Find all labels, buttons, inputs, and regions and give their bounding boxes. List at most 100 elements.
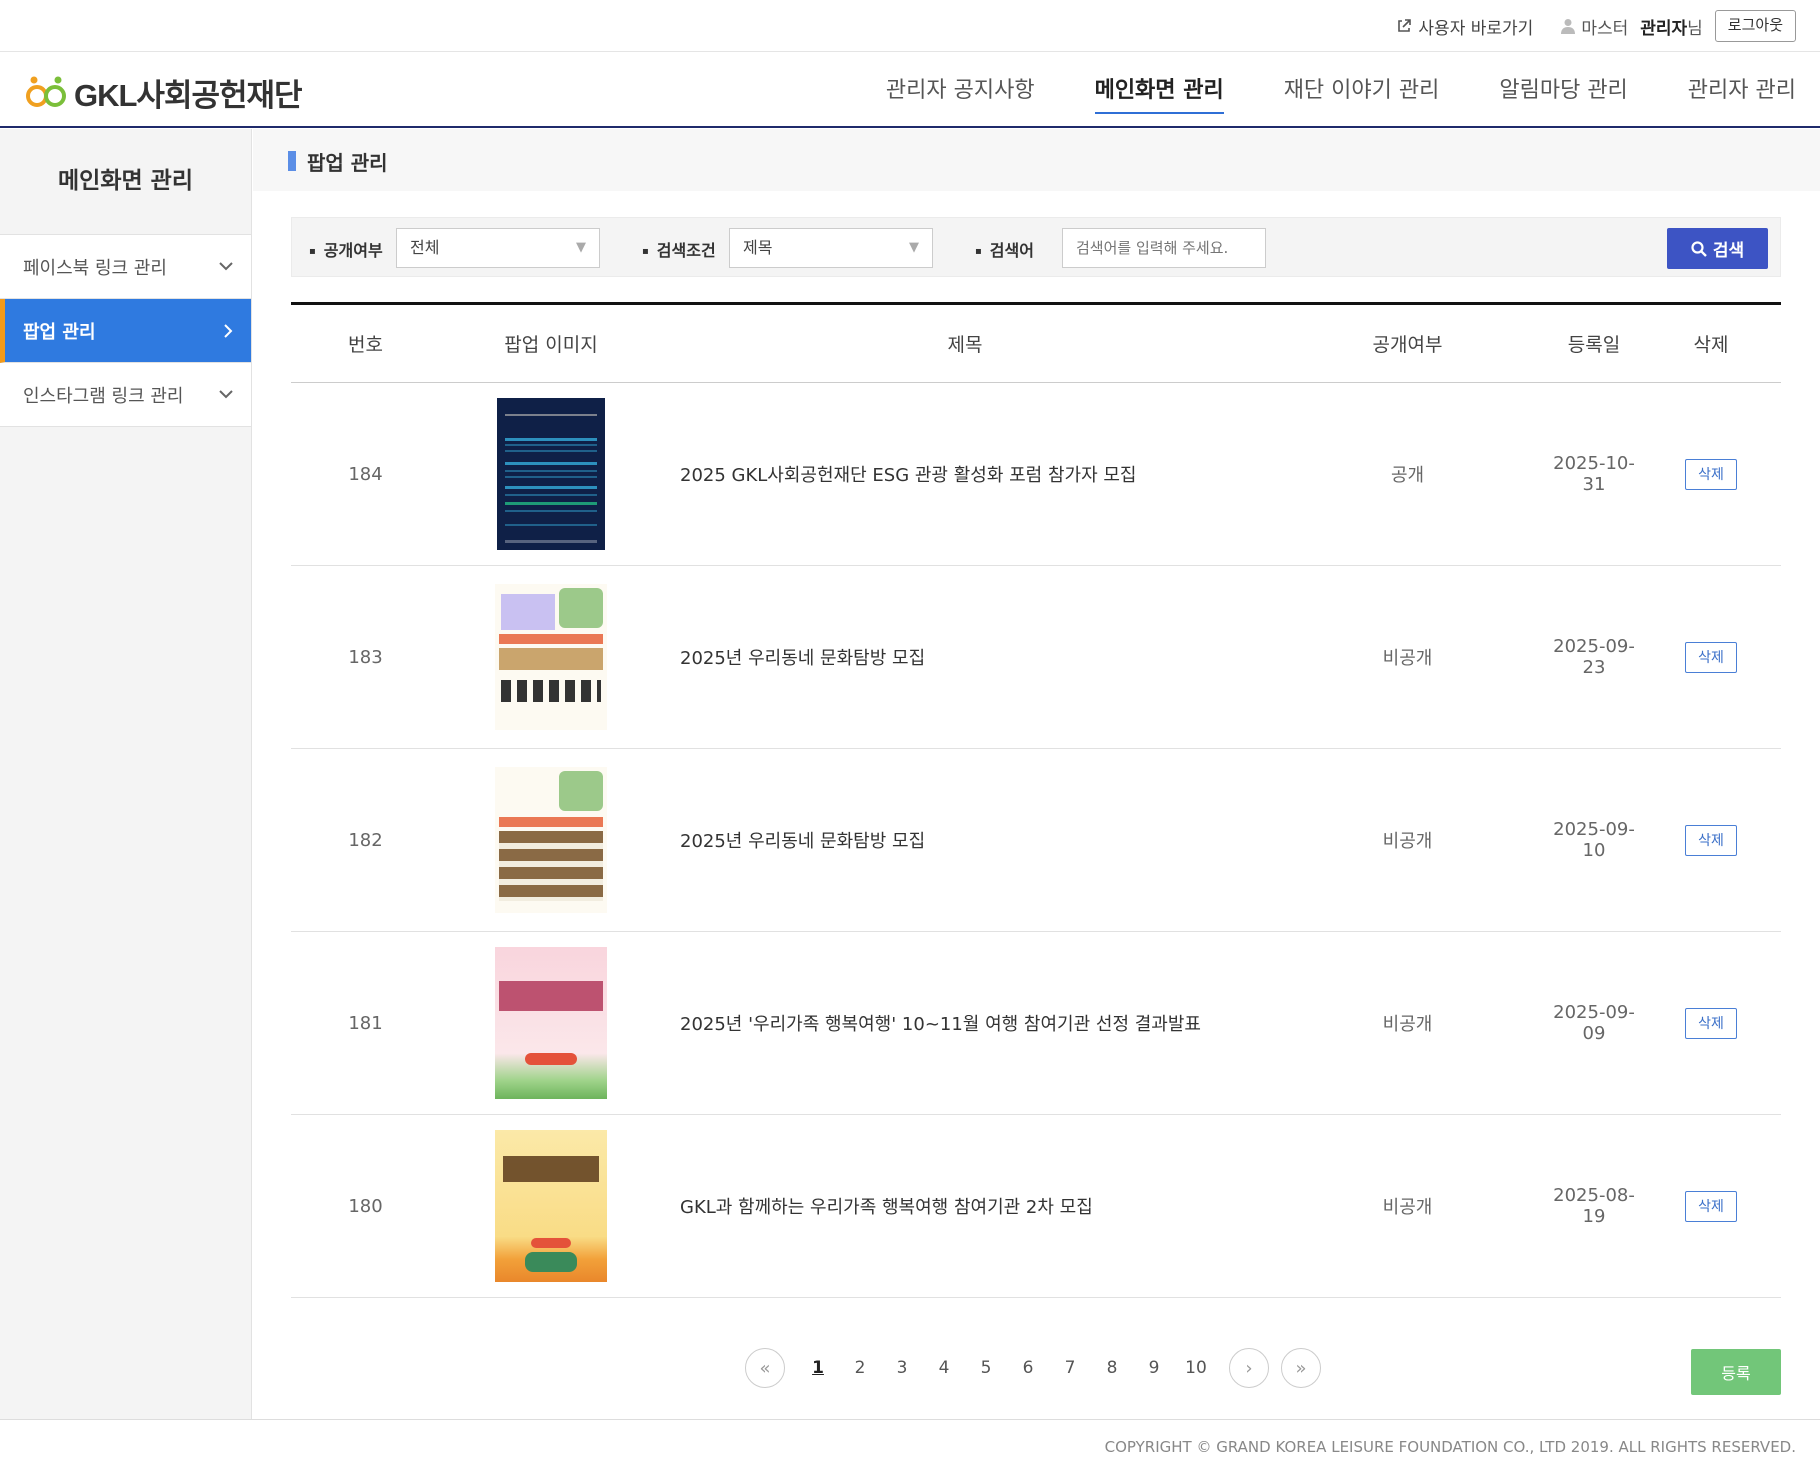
- header-image: 팝업 이미지: [504, 334, 598, 356]
- chevron-down-icon: [219, 262, 233, 271]
- sidebar-menu: 페이스북 링크 관리 팝업 관리 인스타그램 링크 관리: [0, 234, 251, 427]
- sidebar-item-label: 페이스북 링크 관리: [23, 257, 167, 279]
- logo-mark-icon: [26, 76, 66, 107]
- open-filter-select[interactable]: 전체 ▼: [396, 228, 600, 268]
- header: GKL사회공헌재단 관리자 공지사항 메인화면 관리 재단 이야기 관리 알림마…: [0, 52, 1820, 128]
- row-title[interactable]: GKL과 함께하는 우리가족 행복여행 참여기관 2차 모집: [662, 1193, 1268, 1219]
- condition-select[interactable]: 제목 ▼: [729, 228, 933, 268]
- popup-table: 번호 팝업 이미지 제목 공개여부 등록일 삭제 184 2025 GKL사회공…: [291, 302, 1781, 1298]
- sidebar-item-popup[interactable]: 팝업 관리: [0, 299, 251, 363]
- sidebar-item-label: 팝업 관리: [23, 321, 96, 343]
- row-title[interactable]: 2025년 우리동네 문화탐방 모집: [662, 644, 1268, 670]
- header-no: 번호: [348, 334, 383, 356]
- delete-button[interactable]: 삭제: [1685, 1007, 1737, 1039]
- nav-main-screen[interactable]: 메인화면 관리: [1094, 72, 1224, 114]
- keyword-input[interactable]: [1062, 228, 1266, 268]
- nav-admin-manage[interactable]: 관리자 관리: [1688, 72, 1796, 108]
- double-chevron-left-icon: «: [759, 1357, 771, 1379]
- condition-label: 검색조건: [642, 237, 716, 261]
- table-row: 181 2025년 '우리가족 행복여행' 10~11월 여행 참여기관 선정 …: [291, 932, 1781, 1115]
- logo[interactable]: GKL사회공헌재단: [24, 70, 303, 115]
- sidebar-item-instagram[interactable]: 인스타그램 링크 관리: [0, 363, 251, 427]
- delete-button[interactable]: 삭제: [1685, 641, 1737, 673]
- pagination: « 1 2 3 4 5 6 7 8 9 10 › »: [745, 1348, 1321, 1388]
- row-no: 181: [348, 1012, 383, 1034]
- main-content: 팝업 관리 공개여부 전체 ▼ 검색조건 제목 ▼ 검색어 검색 번호 팝업 이…: [253, 129, 1820, 1419]
- row-no: 180: [348, 1195, 383, 1217]
- chevron-down-icon: [219, 390, 233, 399]
- header-title: 제목: [947, 334, 983, 356]
- search-panel: 공개여부 전체 ▼ 검색조건 제목 ▼ 검색어 검색: [291, 217, 1781, 277]
- page-title: 팝업 관리: [307, 151, 388, 175]
- page-7[interactable]: 7: [1049, 1358, 1091, 1378]
- sidebar-title: 메인화면 관리: [58, 168, 193, 194]
- popup-thumbnail[interactable]: [495, 584, 607, 730]
- page-8[interactable]: 8: [1091, 1358, 1133, 1378]
- next-page-button[interactable]: ›: [1229, 1348, 1269, 1388]
- row-no: 183: [348, 646, 383, 668]
- logged-in-user: 마스터 관리자님: [1561, 14, 1703, 39]
- row-date: 2025-08-19: [1553, 1185, 1635, 1227]
- footer: COPYRIGHT © GRAND KOREA LEISURE FOUNDATI…: [0, 1419, 1820, 1472]
- row-title[interactable]: 2025 GKL사회공헌재단 ESG 관광 활성화 포럼 참가자 모집: [662, 461, 1268, 487]
- nav-admin-notice[interactable]: 관리자 공지사항: [886, 72, 1035, 108]
- open-filter-value: 전체: [410, 238, 440, 257]
- title-marker: [288, 151, 296, 171]
- double-chevron-right-icon: »: [1295, 1357, 1307, 1379]
- main-nav: 관리자 공지사항 메인화면 관리 재단 이야기 관리 알림마당 관리 관리자 관…: [886, 52, 1796, 128]
- table-row: 184 2025 GKL사회공헌재단 ESG 관광 활성화 포럼 참가자 모집 …: [291, 383, 1781, 566]
- open-filter-label: 공개여부: [309, 237, 383, 261]
- user-suffix: 님: [1687, 18, 1703, 39]
- page-2[interactable]: 2: [839, 1358, 881, 1378]
- row-title[interactable]: 2025년 우리동네 문화탐방 모집: [662, 827, 1268, 853]
- nav-foundation-story[interactable]: 재단 이야기 관리: [1284, 72, 1440, 108]
- page-3[interactable]: 3: [881, 1358, 923, 1378]
- utility-bar: 사용자 바로가기 마스터 관리자님 로그아웃: [0, 0, 1820, 52]
- table-row: 183 2025년 우리동네 문화탐방 모집 비공개 2025-09-23 삭제: [291, 566, 1781, 749]
- user-role: 마스터: [1581, 18, 1629, 39]
- copyright-text: COPYRIGHT © GRAND KOREA LEISURE FOUNDATI…: [1104, 1438, 1796, 1456]
- delete-button[interactable]: 삭제: [1685, 824, 1737, 856]
- keyword-label: 검색어: [975, 237, 1034, 261]
- table-header: 번호 팝업 이미지 제목 공개여부 등록일 삭제: [291, 305, 1781, 383]
- table-row: 180 GKL과 함께하는 우리가족 행복여행 참여기관 2차 모집 비공개 2…: [291, 1115, 1781, 1298]
- row-open: 비공개: [1382, 831, 1433, 852]
- user-icon: [1561, 19, 1576, 34]
- search-button-label: 검색: [1712, 241, 1745, 261]
- page-6[interactable]: 6: [1007, 1358, 1049, 1378]
- popup-thumbnail[interactable]: [495, 947, 607, 1099]
- page-10[interactable]: 10: [1175, 1358, 1217, 1378]
- row-date: 2025-09-09: [1553, 1002, 1635, 1044]
- row-date: 2025-09-23: [1553, 636, 1635, 678]
- header-delete: 삭제: [1693, 334, 1729, 356]
- search-icon: [1691, 240, 1707, 257]
- sidebar: 메인화면 관리 페이스북 링크 관리 팝업 관리 인스타그램 링크 관리: [0, 129, 252, 1419]
- last-page-button[interactable]: »: [1281, 1348, 1321, 1388]
- page-5[interactable]: 5: [965, 1358, 1007, 1378]
- popup-thumbnail[interactable]: [495, 1130, 607, 1282]
- search-button[interactable]: 검색: [1667, 228, 1768, 269]
- user-site-link-label: 사용자 바로가기: [1418, 18, 1534, 39]
- sidebar-item-label: 인스타그램 링크 관리: [23, 385, 184, 407]
- popup-thumbnail[interactable]: [497, 398, 605, 550]
- delete-button[interactable]: 삭제: [1685, 458, 1737, 490]
- logo-text: GKL사회공헌재단: [74, 78, 303, 113]
- logout-button[interactable]: 로그아웃: [1714, 10, 1796, 42]
- delete-button[interactable]: 삭제: [1685, 1190, 1737, 1222]
- user-site-link[interactable]: 사용자 바로가기: [1396, 14, 1533, 39]
- page-1[interactable]: 1: [797, 1358, 839, 1378]
- user-name: 관리자: [1640, 18, 1688, 39]
- first-page-button[interactable]: «: [745, 1348, 785, 1388]
- nav-notice-board[interactable]: 알림마당 관리: [1499, 72, 1627, 108]
- page-9[interactable]: 9: [1133, 1358, 1175, 1378]
- table-row: 182 2025년 우리동네 문화탐방 모집 비공개 2025-09-10 삭제: [291, 749, 1781, 932]
- row-no: 182: [348, 829, 383, 851]
- page-header: 팝업 관리: [253, 129, 1820, 191]
- row-title[interactable]: 2025년 '우리가족 행복여행' 10~11월 여행 참여기관 선정 결과발표: [662, 1010, 1268, 1036]
- register-button[interactable]: 등록: [1691, 1349, 1781, 1395]
- popup-thumbnail[interactable]: [495, 767, 607, 913]
- page-4[interactable]: 4: [923, 1358, 965, 1378]
- chevron-right-icon: ›: [1245, 1357, 1253, 1379]
- row-date: 2025-10-31: [1553, 453, 1635, 495]
- sidebar-item-facebook[interactable]: 페이스북 링크 관리: [0, 235, 251, 299]
